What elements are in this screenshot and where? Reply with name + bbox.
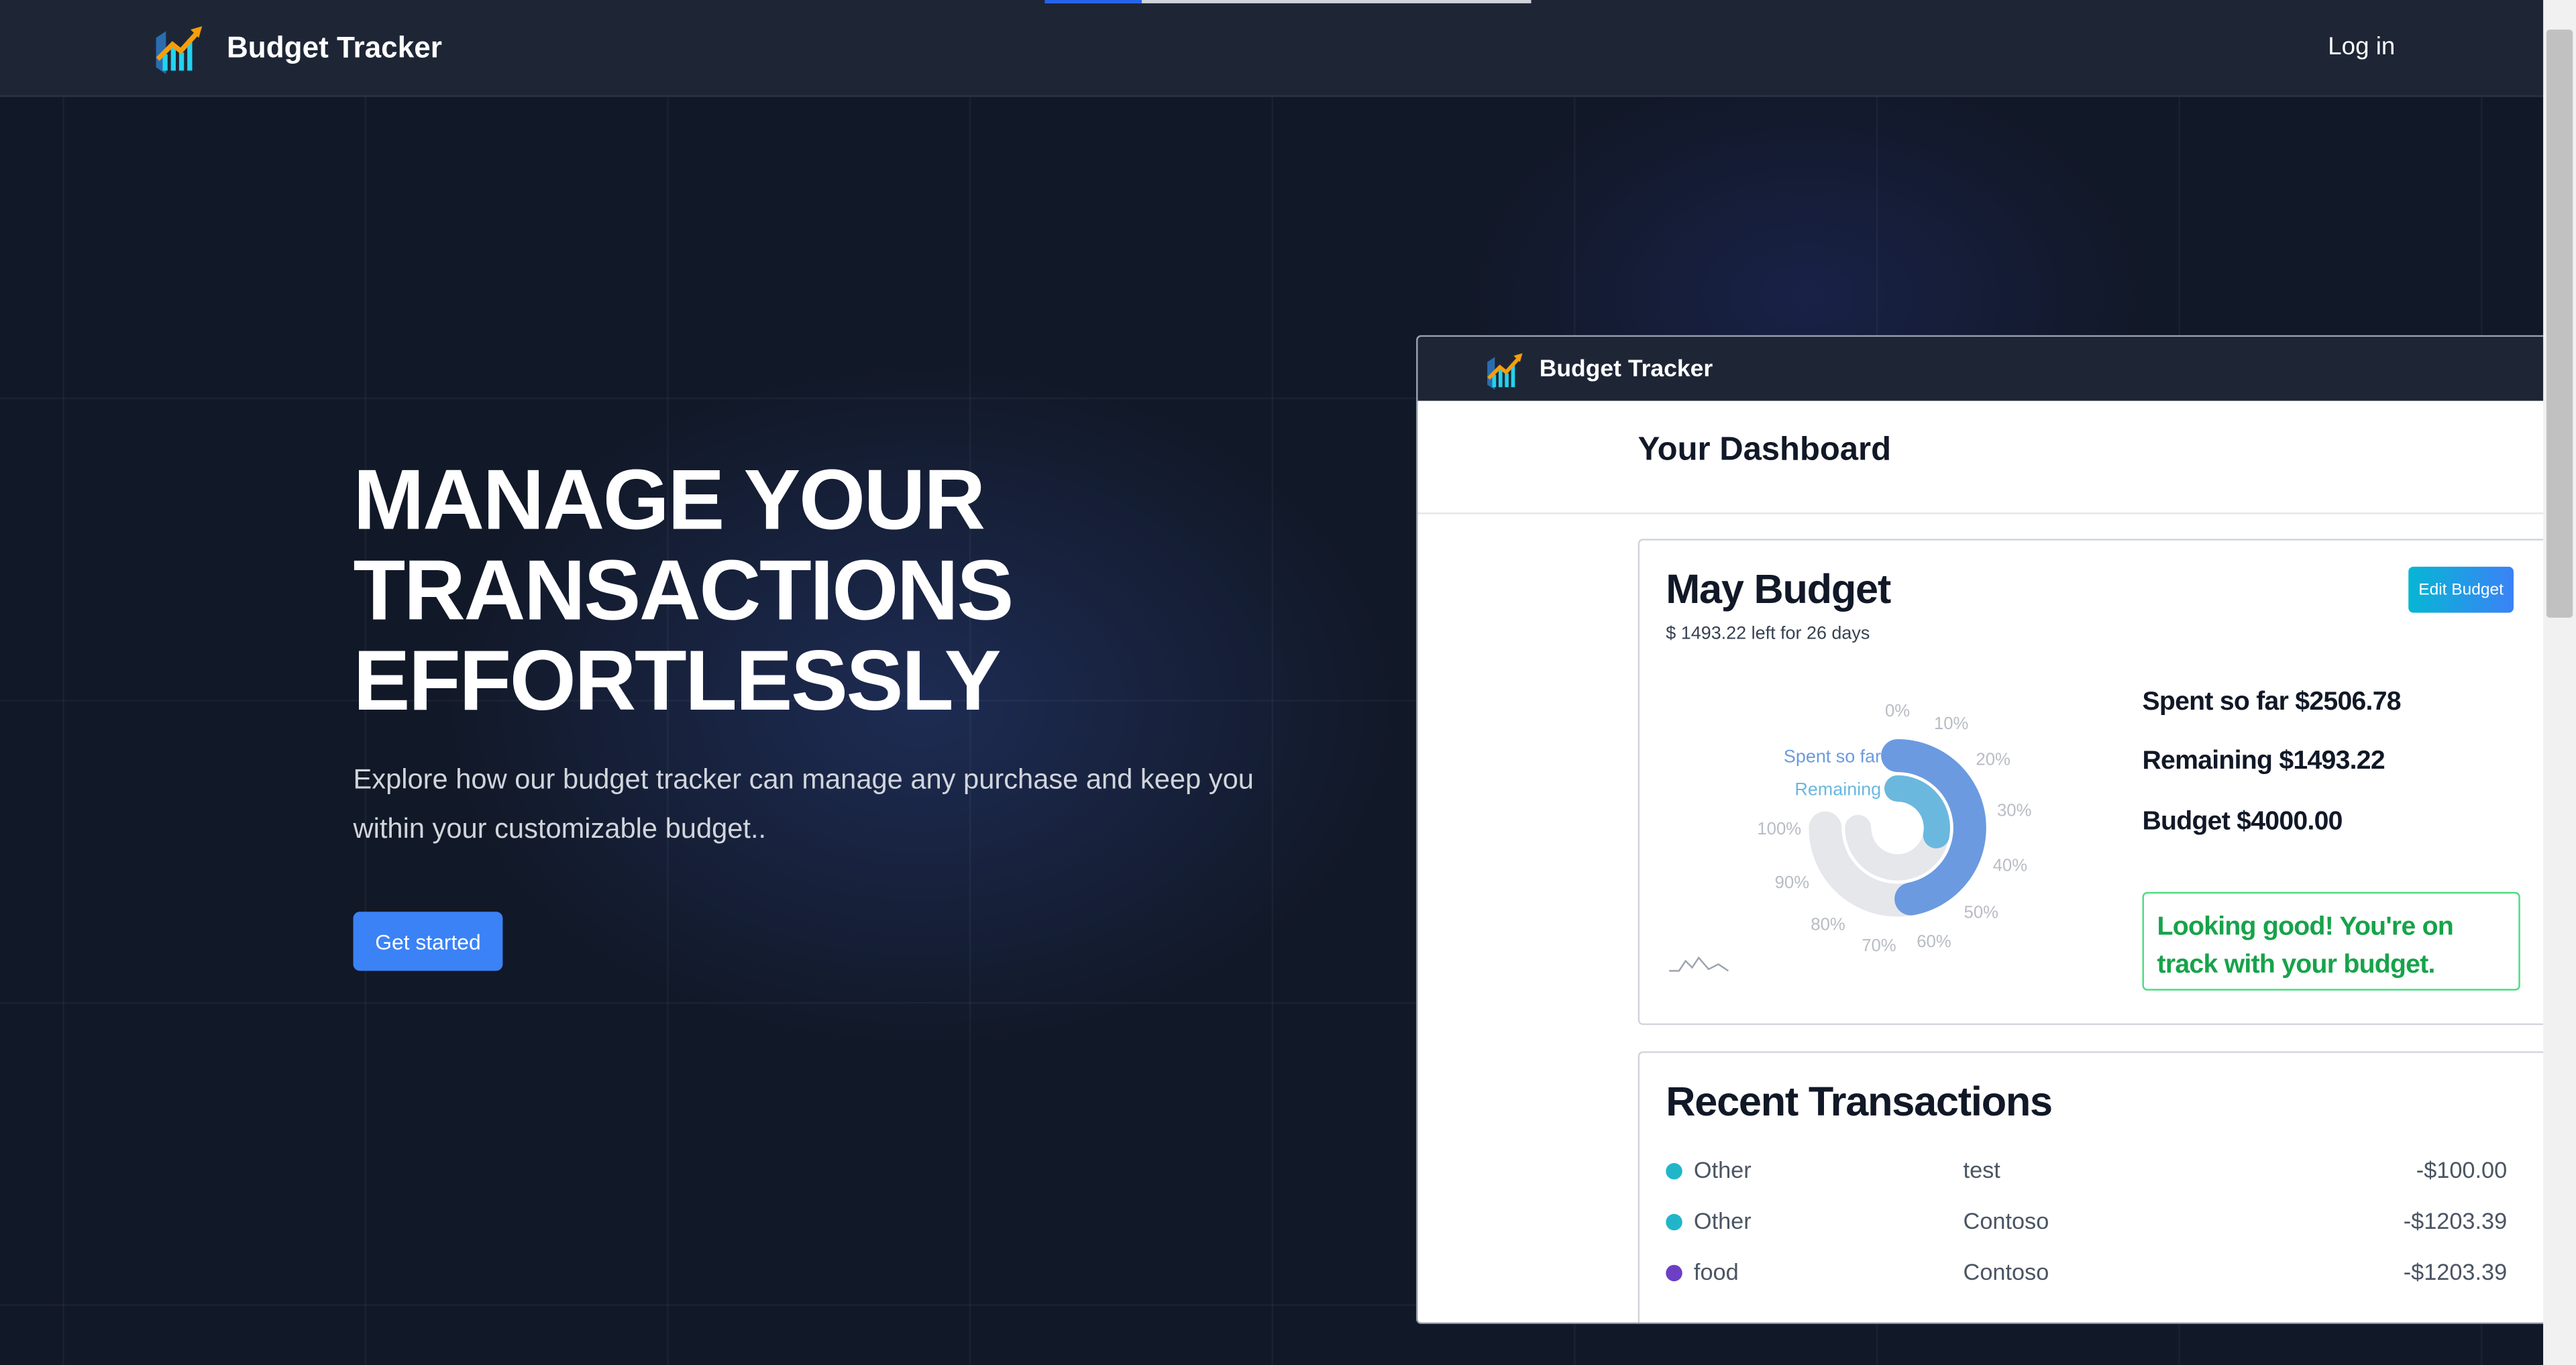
get-started-button[interactable]: Get started: [353, 912, 503, 971]
budget-logo-icon: [1487, 352, 1523, 389]
loading-progress-bar: [1044, 0, 1532, 3]
transaction-category: food: [1693, 1258, 1739, 1285]
transaction-description: Contoso: [1963, 1258, 2049, 1285]
preview-nav: Budget Tracker: [1417, 337, 2545, 401]
category-dot: [1666, 1213, 1682, 1231]
chart-tick-label: 90%: [1775, 873, 1809, 892]
chart-tick-label: 70%: [1862, 936, 1896, 955]
brand-name: Budget Tracker: [226, 30, 442, 64]
dashboard-preview: Budget Tracker Your Dashboard May Budget…: [1416, 335, 2545, 1324]
brand[interactable]: Budget Tracker: [151, 19, 442, 75]
sparkline-icon: [1669, 956, 1729, 972]
budget-logo-icon: [156, 26, 203, 74]
transaction-amount: -$1203.39: [2403, 1258, 2508, 1285]
remaining-stat: Remaining $1493.22: [2142, 747, 2385, 775]
dashboard-title: Your Dashboard: [1638, 432, 1892, 468]
hero-title-line: TRANSACTIONS: [353, 543, 1014, 639]
chart-bar-remaining: [1884, 775, 1950, 849]
hero-subtitle: Explore how our budget tracker can manag…: [353, 763, 1254, 844]
transaction-amount: -$1203.39: [2403, 1207, 2508, 1234]
chart-tick-label: 40%: [1993, 856, 2027, 875]
chart-tick-label: 100%: [1757, 820, 1801, 838]
chart-tick-label: 10%: [1934, 714, 1968, 733]
loading-progress-fill: [1044, 0, 1142, 3]
transactions-card: Recent Transactions Other test -$100.00 …: [1638, 1051, 2545, 1323]
scrollbar-thumb[interactable]: [2546, 30, 2573, 618]
transaction-category: Other: [1693, 1156, 1752, 1183]
category-dot: [1666, 1162, 1682, 1180]
hero-title-line: MANAGE YOUR: [353, 453, 986, 549]
budget-radial-chart: Spent so far Remaining 0% 10% 20% 30% 40% 50% 60…: [1669, 702, 2031, 972]
chart-tick-label: 20%: [1976, 750, 2010, 769]
category-dot: [1666, 1264, 1682, 1282]
page: Budget Tracker Log in MANAGE YOUR TRANSA…: [0, 0, 2576, 1365]
divider: [1417, 512, 2545, 514]
transaction-row[interactable]: food Contoso -$1203.39: [1666, 1258, 2507, 1291]
chart-tick-label: 60%: [1917, 932, 1951, 951]
transaction-description: test: [1963, 1156, 2000, 1183]
edit-budget-button[interactable]: Edit Budget: [2408, 566, 2514, 613]
transaction-category: Other: [1693, 1207, 1752, 1234]
chart-series-label: Spent so far: [1784, 746, 1881, 766]
budget-subtitle: $ 1493.22 left for 26 days: [1666, 624, 1870, 645]
transaction-amount: -$100.00: [2416, 1156, 2508, 1183]
hero-title: MANAGE YOUR TRANSACTIONS EFFORTLESSLY: [353, 453, 1014, 730]
chart-series-label: Remaining: [1794, 779, 1881, 799]
transaction-row[interactable]: Other Contoso -$1203.39: [1666, 1207, 2507, 1240]
budget-stat: Budget $4000.00: [2142, 808, 2343, 836]
budget-status-message: Looking good! You're on track with your …: [2142, 891, 2520, 991]
top-nav: Budget Tracker Log in: [0, 0, 2544, 97]
chart-tick-label: 80%: [1811, 916, 1845, 934]
spent-stat: Spent so far $2506.78: [2142, 688, 2401, 716]
transaction-description: Contoso: [1963, 1207, 2049, 1234]
chart-tick-label: 0%: [1885, 702, 1910, 720]
chart-tick-label: 50%: [1964, 904, 1998, 922]
budget-title: May Budget: [1666, 566, 1891, 613]
transaction-row[interactable]: Other test -$100.00: [1666, 1156, 2507, 1189]
scrollbar[interactable]: [2543, 0, 2576, 1365]
login-link[interactable]: Log in: [2328, 33, 2395, 61]
chart-tick-label: 30%: [1997, 801, 2031, 820]
preview-brand-name: Budget Tracker: [1539, 356, 1713, 382]
transactions-title: Recent Transactions: [1666, 1079, 2053, 1126]
budget-card: May Budget $ 1493.22 left for 26 days Ed…: [1638, 539, 2545, 1026]
hero-title-line: EFFORTLESSLY: [353, 634, 1002, 730]
